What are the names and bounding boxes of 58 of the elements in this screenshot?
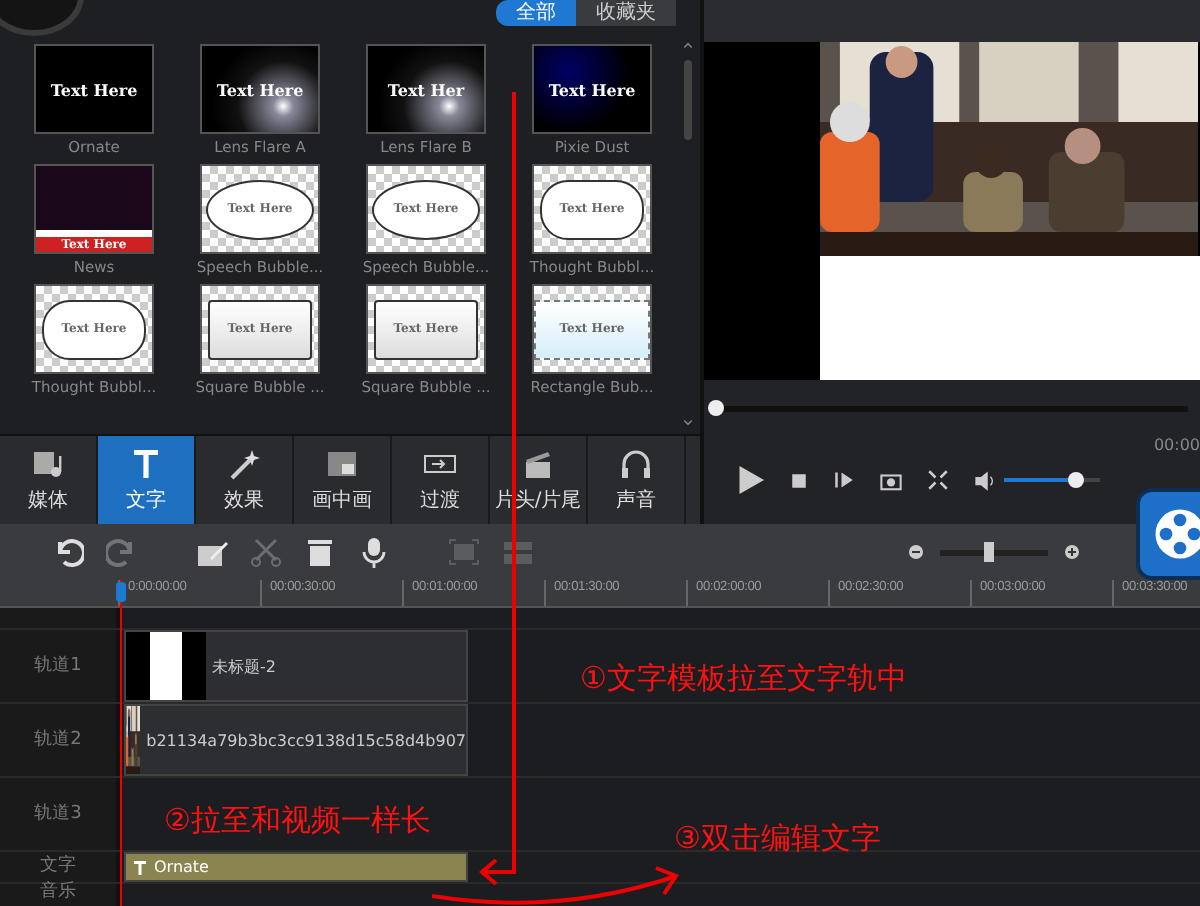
thumbnail-text: Text Here	[216, 79, 304, 99]
annotation-text: ③双击编辑文字	[674, 820, 881, 858]
clip-label: 未标题-2	[212, 655, 276, 677]
filter-tab[interactable]: 全部	[496, 0, 576, 26]
annotation-text: ②拉至和视频一样长	[164, 802, 431, 840]
track-label: 轨道2	[34, 731, 82, 749]
media-button[interactable]	[1136, 488, 1200, 580]
stop-icon	[790, 471, 808, 489]
scroll-up-icon	[681, 40, 693, 52]
fullscreen-icon	[928, 470, 948, 490]
edit-clip-icon	[195, 536, 227, 568]
seek-handle[interactable]	[708, 399, 724, 415]
clip-label: Ornate	[154, 858, 209, 876]
thumbnail-text: Text Here	[548, 79, 636, 99]
track-label: 轨道1	[34, 657, 82, 675]
redo-icon	[105, 536, 137, 568]
filter-tab[interactable]: 收藏夹	[576, 0, 676, 26]
clip-label: b21134a79b3bc3cc9138d15c58d4b907	[146, 731, 466, 749]
template-thumbnail[interactable]: Text Here	[34, 44, 154, 134]
trash-icon	[303, 536, 335, 568]
zoom-in-icon	[1064, 544, 1080, 560]
time-display: 00:00	[1153, 436, 1200, 454]
image-thumbnail	[126, 632, 206, 700]
headphones-icon	[620, 447, 652, 480]
thumbnail-text: Text Here	[50, 79, 138, 99]
track-label: 轨道3	[34, 805, 82, 823]
annotation-text: ①文字模板拉至文字轨中	[580, 660, 907, 698]
microphone-icon	[357, 536, 389, 568]
volume-icon	[974, 469, 996, 491]
split-clip-icon	[501, 536, 533, 568]
template-thumbnail[interactable]: Text Her	[366, 44, 486, 134]
scissors-icon	[249, 536, 281, 568]
track-label: 音乐	[40, 884, 76, 902]
clapperboard-icon	[522, 447, 554, 480]
camera-icon	[880, 469, 902, 491]
picture-in-picture-icon	[326, 447, 358, 480]
timeline-clip[interactable]: b21134a79b3bc3cc9138d15c58d4b907	[124, 704, 468, 776]
template-thumbnail[interactable]: Text Here	[200, 44, 320, 134]
template-thumbnail[interactable]: Text Here	[532, 44, 652, 134]
scrollbar-thumb[interactable]	[683, 60, 691, 140]
film-note-icon	[32, 447, 64, 480]
step-forward-icon	[834, 470, 854, 490]
thumbnail-text: Text Her	[387, 79, 465, 99]
scroll-down-icon	[681, 416, 693, 428]
volume-handle[interactable]	[1068, 472, 1085, 488]
category-tab[interactable]: 文字	[98, 436, 196, 524]
timeline-clip[interactable]: 未标题-2	[124, 630, 468, 702]
zoom-out-icon	[908, 544, 924, 560]
play-icon	[736, 462, 764, 498]
zoom-handle[interactable]	[984, 541, 995, 561]
crop-frame-icon	[447, 536, 479, 568]
text-t-icon	[132, 859, 148, 875]
magic-wand-icon	[228, 447, 260, 480]
film-reel-icon	[1152, 506, 1200, 562]
playhead-handle[interactable]	[116, 582, 126, 602]
track-label: 文字	[40, 858, 76, 876]
text-clip[interactable]: Ornate	[124, 852, 468, 882]
text-t-icon	[130, 447, 162, 480]
